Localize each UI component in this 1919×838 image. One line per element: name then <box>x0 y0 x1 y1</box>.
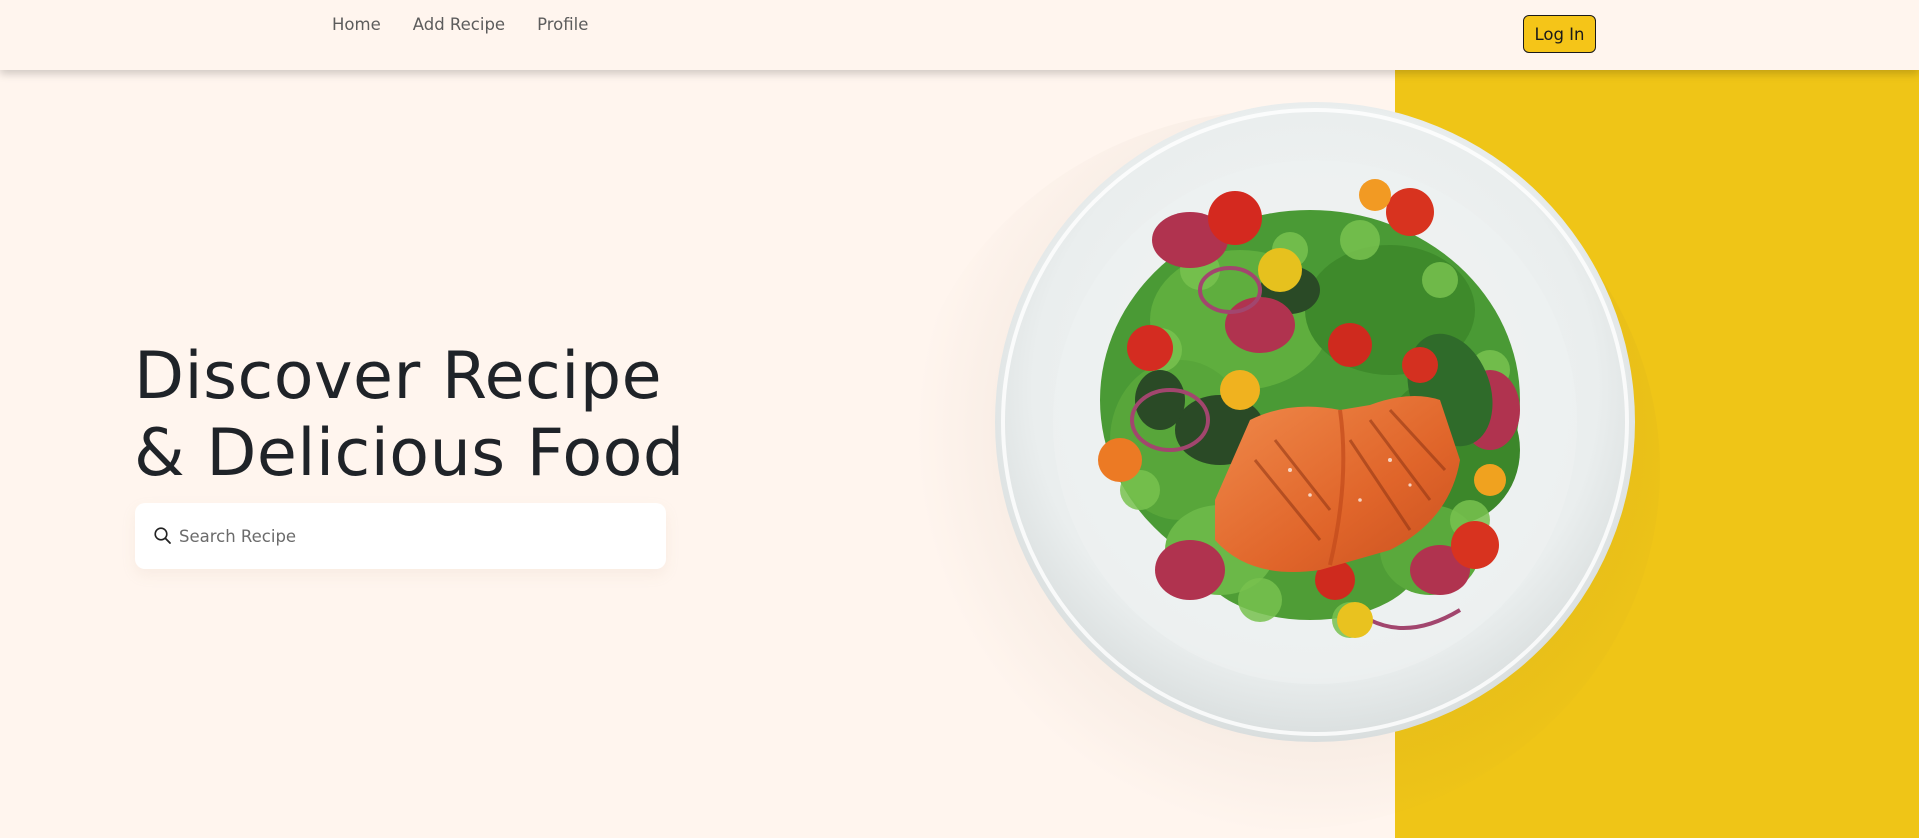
login-button[interactable]: Log In <box>1523 15 1596 53</box>
nav-profile-link[interactable]: Profile <box>537 15 588 34</box>
nav-add-recipe-link[interactable]: Add Recipe <box>413 15 505 34</box>
nav-links: Home Add Recipe Profile <box>332 15 588 34</box>
search-input[interactable] <box>179 526 659 546</box>
page: Home Add Recipe Profile Log In Discover … <box>0 0 1919 838</box>
navbar: Home Add Recipe Profile Log In <box>0 0 1919 70</box>
salmon-salad-plate-image <box>995 102 1635 742</box>
search-icon <box>154 527 171 544</box>
search-box[interactable] <box>135 503 666 569</box>
hero-title: Discover Recipe & Delicious Food <box>134 338 774 492</box>
nav-home-link[interactable]: Home <box>332 15 381 34</box>
hero-title-line-2: & Delicious Food <box>134 416 685 491</box>
hero-title-line-1: Discover Recipe <box>134 339 663 414</box>
